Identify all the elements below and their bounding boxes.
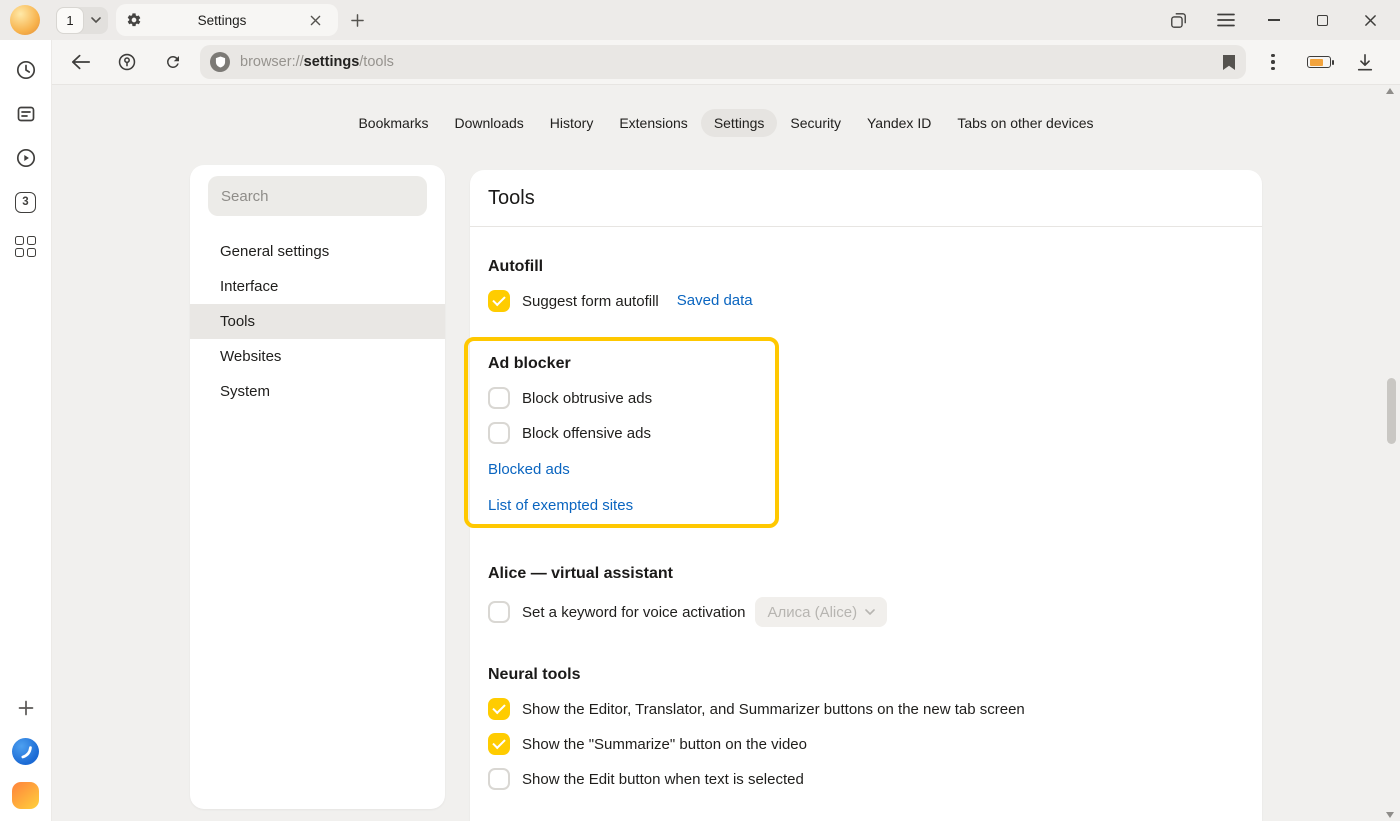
tab-close-icon[interactable] bbox=[302, 7, 328, 33]
show-edit-button-checkbox[interactable] bbox=[488, 768, 510, 790]
nav-tab-other-devices[interactable]: Tabs on other devices bbox=[944, 109, 1106, 137]
new-tab-button[interactable] bbox=[344, 7, 370, 33]
settings-sidebar: General settings Interface Tools Website… bbox=[190, 165, 445, 809]
exempted-sites-link[interactable]: List of exempted sites bbox=[488, 497, 633, 514]
alice-keyword-dropdown[interactable]: Алиса (Alice) bbox=[755, 597, 887, 627]
address-bar[interactable]: browser://settings/tools bbox=[200, 45, 1246, 79]
add-icon[interactable] bbox=[0, 695, 52, 721]
blocked-ads-link[interactable]: Blocked ads bbox=[488, 461, 570, 478]
scrollbar-up-arrow[interactable] bbox=[1386, 88, 1394, 94]
tab-count-badge[interactable]: 3 bbox=[0, 180, 52, 224]
titlebar: 1 Settings bbox=[0, 0, 1400, 40]
left-sidebar-rail: 3 bbox=[0, 40, 52, 821]
chevron-down-icon[interactable] bbox=[84, 17, 108, 23]
video-icon[interactable] bbox=[0, 136, 52, 180]
rail-bottom-group bbox=[0, 695, 51, 821]
checkbox-label: Show the Editor, Translator, and Summari… bbox=[522, 701, 1025, 718]
minimize-button[interactable] bbox=[1250, 0, 1298, 40]
block-obtrusive-ads-checkbox[interactable] bbox=[488, 387, 510, 409]
tab-settings[interactable]: Settings bbox=[116, 4, 338, 36]
alice-heading: Alice — virtual assistant bbox=[488, 564, 1244, 584]
settings-content: Tools Autofill Suggest form autofill Sav… bbox=[470, 170, 1262, 821]
nav-tab-history[interactable]: History bbox=[537, 109, 607, 137]
checkbox-label: Show the "Summarize" button on the video bbox=[522, 736, 807, 753]
sidebar-item-system[interactable]: System bbox=[190, 374, 445, 409]
neural-tools-heading: Neural tools bbox=[488, 665, 1244, 685]
block-offensive-ads-checkbox[interactable] bbox=[488, 422, 510, 444]
maximize-button[interactable] bbox=[1298, 0, 1346, 40]
show-editor-translator-summarizer-checkbox[interactable] bbox=[488, 698, 510, 720]
neural-tools-section: Neural tools Show the Editor, Translator… bbox=[488, 665, 1244, 790]
autofill-heading: Autofill bbox=[488, 257, 1244, 277]
settings-page: Bookmarks Downloads History Extensions S… bbox=[52, 85, 1400, 821]
url-scheme: browser:// bbox=[240, 54, 304, 70]
tab-title: Settings bbox=[142, 13, 302, 28]
saved-data-link[interactable]: Saved data bbox=[677, 291, 753, 311]
checkbox-label: Block obtrusive ads bbox=[522, 390, 652, 407]
more-options-icon[interactable] bbox=[1250, 44, 1296, 80]
site-info-icon[interactable] bbox=[210, 52, 230, 72]
yandex-id-icon[interactable] bbox=[104, 44, 150, 80]
bookmark-icon[interactable] bbox=[1222, 54, 1236, 71]
browser-logo-icon[interactable] bbox=[12, 738, 39, 765]
suggest-form-autofill-checkbox[interactable] bbox=[488, 290, 510, 312]
nav-tab-yandex-id[interactable]: Yandex ID bbox=[854, 109, 944, 137]
battery-icon[interactable] bbox=[1296, 44, 1342, 80]
tab-counter-button[interactable]: 1 bbox=[56, 7, 84, 34]
ad-blocker-heading: Ad blocker bbox=[488, 354, 1244, 374]
profile-avatar[interactable] bbox=[10, 5, 40, 35]
browser-window: 1 Settings bbox=[0, 0, 1400, 821]
url-text: browser://settings/tools bbox=[240, 54, 1222, 70]
navigation-toolbar: browser://settings/tools bbox=[52, 40, 1400, 85]
tab-list-control: 1 bbox=[56, 7, 108, 34]
url-host: settings bbox=[304, 54, 360, 70]
feed-icon[interactable] bbox=[0, 92, 52, 136]
orange-app-icon[interactable] bbox=[12, 782, 39, 809]
scrollbar-down-arrow[interactable] bbox=[1386, 812, 1394, 818]
gear-icon bbox=[126, 12, 142, 28]
side-panel-icon[interactable] bbox=[1154, 0, 1202, 40]
sidebar-item-websites[interactable]: Websites bbox=[190, 339, 445, 374]
divider bbox=[470, 226, 1262, 227]
checkbox-label: Block offensive ads bbox=[522, 425, 651, 442]
sidebar-item-tools[interactable]: Tools bbox=[190, 304, 445, 339]
sidebar-item-interface[interactable]: Interface bbox=[190, 269, 445, 304]
page-title: Tools bbox=[488, 170, 1244, 226]
alice-section: Alice — virtual assistant Set a keyword … bbox=[488, 564, 1244, 627]
chevron-down-icon bbox=[865, 609, 875, 615]
checkbox-label: Set a keyword for voice activation bbox=[522, 604, 745, 621]
autofill-section: Autofill Suggest form autofill Saved dat… bbox=[488, 257, 1244, 312]
scrollbar-thumb[interactable] bbox=[1387, 378, 1396, 444]
sidebar-item-general-settings[interactable]: General settings bbox=[190, 234, 445, 269]
nav-tab-extensions[interactable]: Extensions bbox=[606, 109, 700, 137]
ad-blocker-section: Ad blocker Block obtrusive ads Block off… bbox=[488, 354, 1244, 516]
search-input[interactable] bbox=[221, 188, 414, 205]
nav-tab-settings[interactable]: Settings bbox=[701, 109, 778, 137]
dropdown-value: Алиса (Alice) bbox=[767, 604, 857, 621]
nav-tab-downloads[interactable]: Downloads bbox=[442, 109, 537, 137]
close-button[interactable] bbox=[1346, 0, 1394, 40]
menu-icon[interactable] bbox=[1202, 0, 1250, 40]
back-icon[interactable] bbox=[58, 44, 104, 80]
nav-tab-bookmarks[interactable]: Bookmarks bbox=[345, 109, 441, 137]
downloads-icon[interactable] bbox=[1342, 44, 1388, 80]
url-path: /tools bbox=[359, 54, 394, 70]
search-box[interactable] bbox=[208, 176, 427, 216]
browser-sections-nav: Bookmarks Downloads History Extensions S… bbox=[52, 85, 1400, 137]
show-summarize-video-button-checkbox[interactable] bbox=[488, 733, 510, 755]
voice-activation-keyword-checkbox[interactable] bbox=[488, 601, 510, 623]
history-icon[interactable] bbox=[0, 48, 52, 92]
reload-icon[interactable] bbox=[150, 44, 196, 80]
checkbox-label: Suggest form autofill bbox=[522, 293, 659, 310]
checkbox-label: Show the Edit button when text is select… bbox=[522, 771, 804, 788]
apps-grid-icon[interactable] bbox=[0, 224, 52, 268]
nav-tab-security[interactable]: Security bbox=[777, 109, 854, 137]
